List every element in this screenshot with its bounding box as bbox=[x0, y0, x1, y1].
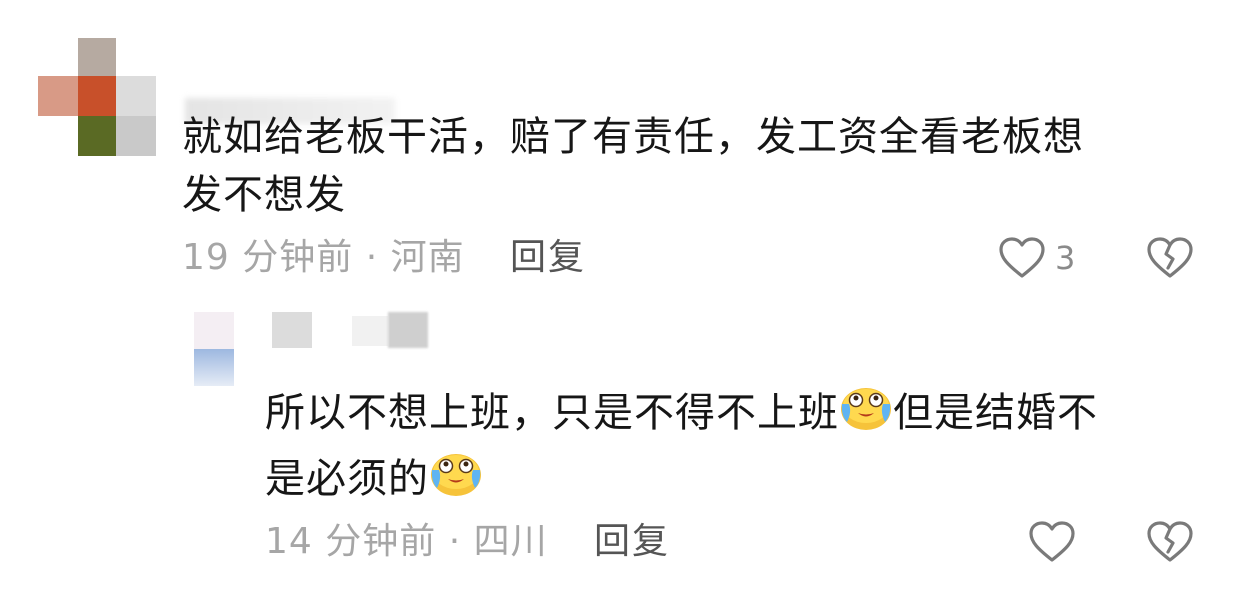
comment-text-segment: 所以不想上班，只是不得不上班 bbox=[265, 390, 839, 436]
avatar[interactable] bbox=[38, 38, 156, 156]
comment-meta: 14 分钟前 · 四川 bbox=[265, 522, 548, 562]
comment-location: 四川 bbox=[473, 521, 548, 562]
comment-text-segment: 是必须的 bbox=[265, 456, 429, 502]
comment-text-line: 就如给老板干活，赔了有责任，发工资全看老板想 bbox=[182, 114, 1084, 160]
heart-outline-icon[interactable] bbox=[998, 236, 1046, 280]
comment-text-line: 是必须的 bbox=[265, 448, 1098, 514]
crying-laughing-emoji-icon bbox=[429, 448, 483, 514]
comment-text: 所以不想上班，只是不得不上班 但是结婚不 是必须的 bbox=[265, 382, 1098, 514]
like-count: 3 bbox=[1055, 239, 1076, 277]
comment-meta: 19 分钟前 · 河南 bbox=[182, 238, 465, 278]
reply-button[interactable]: 回复 bbox=[510, 238, 586, 278]
username-blurred bbox=[388, 312, 428, 348]
comment-location: 河南 bbox=[390, 237, 465, 278]
broken-heart-icon[interactable] bbox=[1146, 520, 1194, 564]
broken-heart-icon[interactable] bbox=[1146, 236, 1194, 280]
comment-text-segment: 但是结婚不 bbox=[893, 390, 1098, 436]
comment-text-line: 所以不想上班，只是不得不上班 但是结婚不 bbox=[265, 382, 1098, 448]
comment-time: 14 分钟前 bbox=[265, 521, 437, 562]
crying-laughing-emoji-icon bbox=[839, 382, 893, 448]
reply-button[interactable]: 回复 bbox=[594, 522, 670, 562]
heart-outline-icon[interactable] bbox=[1028, 520, 1076, 564]
meta-separator: · bbox=[365, 237, 379, 278]
comment-time: 19 分钟前 bbox=[182, 237, 354, 278]
comment-text-line: 发不想发 bbox=[182, 172, 346, 218]
meta-separator: · bbox=[448, 521, 462, 562]
avatar[interactable] bbox=[194, 312, 234, 386]
username-blurred bbox=[352, 316, 388, 346]
username-blurred[interactable] bbox=[272, 312, 312, 348]
comment-text: 就如给老板干活，赔了有责任，发工资全看老板想 发不想发 bbox=[182, 108, 1084, 224]
